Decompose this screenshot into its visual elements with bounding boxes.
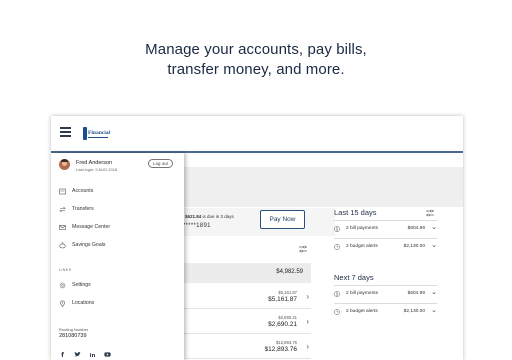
user-name: Fred Anderson — [76, 160, 113, 166]
headline-line-1: Manage your accounts, pay bills, — [145, 41, 367, 58]
current-balance: $12,893.76 — [264, 346, 297, 353]
avatar[interactable] — [59, 159, 70, 170]
chevron-right-icon[interactable]: › — [306, 342, 309, 351]
routing-number-label: Routing Number — [59, 327, 89, 332]
nav-item-transfers[interactable]: Transfers — [59, 204, 177, 216]
marketing-headline: Manage your accounts, pay bills, transfe… — [0, 40, 512, 80]
account-mask: *****1891 — [183, 223, 211, 229]
youtube-icon[interactable] — [104, 351, 111, 358]
available-balance: $5,161.87 — [278, 290, 297, 295]
piggy-bank-icon — [59, 242, 66, 249]
facebook-icon[interactable]: f — [59, 351, 66, 358]
location-pin-icon — [60, 300, 65, 307]
accounts-icon — [59, 188, 66, 195]
budget-alerts-row[interactable]: 2 budget alerts $2,130.00 ⌄ — [334, 306, 437, 320]
app-window: Financial l $621.84 is due in 3 days ***… — [51, 116, 463, 360]
gear-icon — [59, 282, 66, 289]
headline-line-2: transfer money, and more. — [167, 61, 345, 78]
last-15-days-title: Last 15 days — [334, 208, 377, 217]
logout-button[interactable]: Log out — [148, 159, 173, 168]
budget-alerts-row[interactable]: 2 budget alerts $2,130.00 ⌄ — [334, 241, 437, 255]
chevron-down-icon[interactable]: ⌄ — [431, 288, 437, 296]
links-section-label: LINKS — [59, 268, 72, 272]
next-7-days-title: Next 7 days — [334, 273, 374, 282]
nav-item-locations[interactable]: Locations — [59, 298, 177, 310]
svg-text:f: f — [61, 351, 64, 358]
account-row[interactable]: $2,690.21 $2,690.21 › — [175, 310, 311, 334]
nav-item-accounts[interactable]: Accounts — [59, 186, 177, 198]
nav-item-message-center[interactable]: Message Center — [59, 222, 177, 234]
bill-due-card: $621.84 is due in 3 days *****1891 — [175, 208, 335, 236]
chevron-down-icon[interactable]: ⌄ — [431, 223, 437, 231]
chevron-right-icon[interactable]: › — [306, 317, 309, 326]
routing-number: 281080739 — [59, 333, 87, 339]
pay-now-button[interactable]: Pay Now — [260, 210, 305, 229]
mail-icon — [59, 225, 66, 230]
nav-item-settings[interactable]: Settings — [59, 280, 177, 292]
financial-logo[interactable]: Financial — [83, 125, 113, 143]
bill-payments-row[interactable]: $ 2 bill payments $604.99 ⌄ — [334, 288, 437, 302]
svg-text:in: in — [90, 353, 96, 358]
nav-item-savings-goals[interactable]: Savings Goals — [59, 240, 177, 252]
bill-due-text: $621.84 is due in 3 days — [185, 214, 234, 219]
total-balance: $4,982.59 — [276, 269, 303, 275]
dollar-circle-icon: $ — [334, 291, 340, 297]
account-row[interactable]: $5,161.87 $5,161.87 › — [175, 285, 311, 309]
svg-text:$: $ — [336, 227, 339, 232]
chevron-right-icon[interactable]: › — [306, 292, 309, 301]
app-topbar: Financial — [51, 116, 463, 151]
accounts-total-row: $4,982.59 — [175, 263, 311, 283]
clock-icon — [334, 309, 340, 315]
available-balance: $12,893.76 — [276, 340, 297, 345]
twitter-icon[interactable] — [74, 351, 81, 358]
last-login: Last login: 9 AUG 2018 — [76, 167, 118, 172]
chevron-down-icon[interactable]: ⌄ — [431, 306, 437, 314]
nav-drawer: Fred Anderson Last login: 9 AUG 2018 Log… — [51, 153, 184, 360]
filter-sliders-icon[interactable] — [299, 245, 307, 253]
current-balance: $2,690.21 — [268, 321, 297, 328]
clock-icon — [334, 244, 340, 250]
filter-sliders-icon[interactable] — [426, 209, 434, 217]
transfers-icon — [59, 206, 66, 213]
hamburger-menu-icon[interactable] — [60, 127, 71, 137]
current-balance: $5,161.87 — [268, 296, 297, 303]
account-row[interactable]: $12,893.76 $12,893.76 › — [175, 335, 311, 359]
linkedin-icon[interactable]: in — [89, 351, 96, 358]
dollar-circle-icon: $ — [334, 226, 340, 232]
bill-payments-row[interactable]: $ 2 bill payments $604.99 ⌄ — [334, 223, 437, 237]
logo-text: Financial — [88, 130, 111, 136]
available-balance: $2,690.21 — [278, 315, 297, 320]
chevron-down-icon[interactable]: ⌄ — [431, 241, 437, 249]
svg-text:$: $ — [336, 292, 339, 297]
